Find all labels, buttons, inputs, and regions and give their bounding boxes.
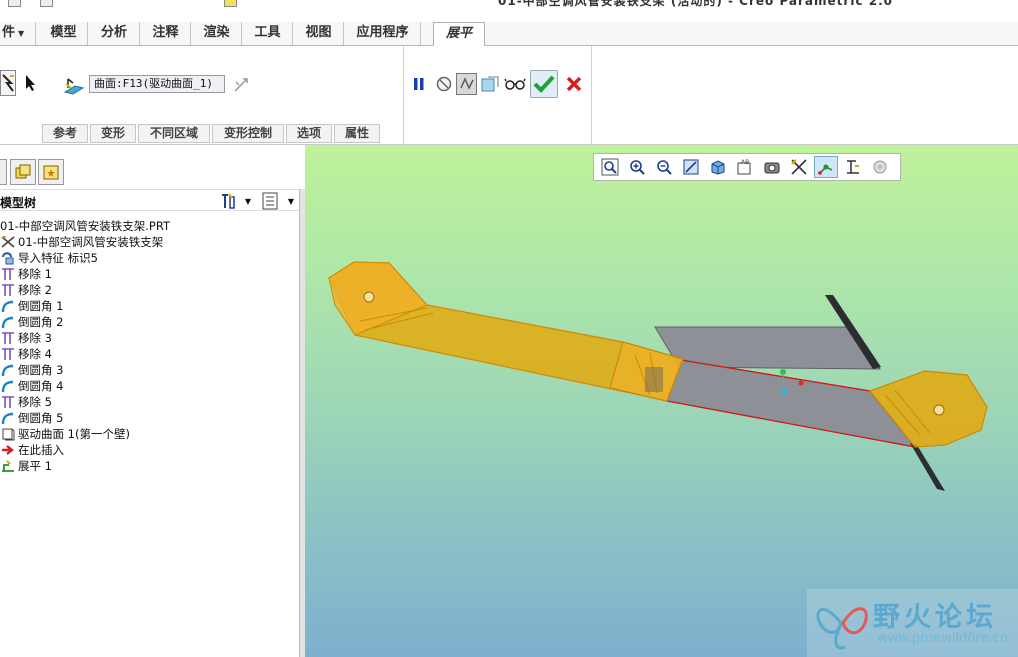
remove-icon — [0, 331, 18, 345]
remove-icon — [0, 267, 18, 281]
tree-item-label: 移除 1 — [18, 267, 52, 281]
window-title: 01-中部空调风管安装铁支架 (活动的) - Creo Parametric 2… — [498, 0, 893, 8]
tree-show-icon[interactable] — [260, 191, 280, 211]
watermark-url: www.proewildfire.cn — [877, 631, 1008, 646]
driving-surface-icon — [0, 427, 18, 441]
flatten-icon — [0, 459, 18, 473]
tree-show-dropdown-icon[interactable]: ▼ — [286, 194, 296, 208]
tab-annotate[interactable]: 注释 — [141, 22, 191, 45]
tree-item[interactable]: 倒圆角 3 — [0, 362, 300, 378]
tree-item-label: 倒圆角 5 — [18, 411, 64, 425]
tab-model[interactable]: 模型 — [40, 22, 88, 45]
preview-icon[interactable] — [456, 73, 477, 95]
pause-icon[interactable] — [411, 75, 427, 93]
round-icon — [0, 299, 18, 313]
pointer-icon[interactable] — [24, 74, 38, 92]
save-icon[interactable] — [40, 0, 53, 7]
ribbon-tab-bar: 件 ▼ 模型 分析 注释 渲染 工具 视图 应用程序 展平 — [0, 22, 1018, 46]
subtab-options[interactable]: 选项 — [286, 124, 332, 143]
subtab-references[interactable]: 参考 — [42, 124, 88, 143]
subtab-deformation[interactable]: 变形 — [90, 124, 136, 143]
tree-settings-dropdown-icon[interactable]: ▼ — [243, 194, 253, 208]
cancel-x-icon[interactable] — [563, 73, 585, 95]
tree-item[interactable]: 移除 5 — [0, 394, 300, 410]
tree-item[interactable]: 移除 3 — [0, 330, 300, 346]
round-icon — [0, 363, 18, 377]
tab-tools[interactable]: 工具 — [243, 22, 293, 45]
tree-item-label: 移除 4 — [18, 347, 52, 361]
round-icon — [0, 379, 18, 393]
tree-item[interactable]: 移除 4 — [0, 346, 300, 362]
model-tree: 01-中部空调风管安装铁支架.PRT 01-中部空调风管安装铁支架 导入特征 标识5… — [0, 218, 300, 474]
tree-item-label: 倒圆角 2 — [18, 315, 64, 329]
tree-item[interactable]: 移除 2 — [0, 282, 300, 298]
tab-render[interactable]: 渲染 — [192, 22, 242, 45]
remove-icon — [0, 395, 18, 409]
tree-item[interactable]: 倒圆角 4 — [0, 378, 300, 394]
tree-item-label: 倒圆角 3 — [18, 363, 64, 377]
subtab-deformation-control[interactable]: 变形控制 — [212, 124, 284, 143]
flip-direction-icon[interactable] — [232, 76, 250, 94]
graphics-window[interactable]: AB 野火论坛 www.proewildfire.cn — [305, 145, 1018, 657]
tree-item[interactable]: 移除 1 — [0, 266, 300, 282]
verify-icon[interactable] — [479, 73, 501, 95]
butterfly-logo-icon — [816, 607, 868, 650]
reference-surface-field[interactable]: 曲面:F13(驱动曲面_1) — [89, 75, 225, 93]
stop-icon[interactable] — [434, 75, 454, 93]
subtab-different-areas[interactable]: 不同区域 — [138, 124, 210, 143]
tree-item-label: 01-中部空调风管安装铁支架 — [18, 235, 164, 249]
flatten-dashboard: 曲面:F13(驱动曲面_1) 参考 变形 不同区域 变形控制 选项 属性 — [0, 46, 1018, 145]
tree-item[interactable]: 在此插入 — [0, 442, 300, 458]
window-icon[interactable] — [224, 0, 237, 7]
tree-item-label: 驱动曲面 1(第一个壁) — [18, 427, 130, 441]
tree-item-label: 倒圆角 4 — [18, 379, 64, 393]
model-tree-header: 模型树 ▼ ▼ — [0, 189, 300, 211]
new-icon[interactable] — [8, 0, 21, 7]
insert-arrow-icon — [0, 443, 18, 457]
csys-icon — [0, 235, 18, 249]
tree-item[interactable]: 导入特征 标识5 — [0, 250, 300, 266]
title-bar: 01-中部空调风管安装铁支架 (活动的) - Creo Parametric 2… — [0, 0, 1018, 9]
tree-item-label: 倒圆角 1 — [18, 299, 64, 313]
tree-item-label: 移除 2 — [18, 283, 52, 297]
subtab-properties[interactable]: 属性 — [334, 124, 380, 143]
sheetmetal-model[interactable] — [305, 145, 1018, 657]
tree-item-label: 01-中部空调风管安装铁支架.PRT — [0, 219, 171, 233]
tab-view[interactable]: 视图 — [294, 22, 344, 45]
tree-item[interactable]: 01-中部空调风管安装铁支架.PRT — [0, 218, 300, 234]
select-filter-icon[interactable] — [0, 70, 16, 96]
surface-collector-icon — [63, 74, 85, 96]
import-icon — [0, 251, 18, 265]
tree-item[interactable]: 倒圆角 5 — [0, 410, 300, 426]
tree-item-label: 移除 5 — [18, 395, 52, 409]
tree-item-label: 导入特征 标识5 — [18, 251, 98, 265]
tree-item-label: 展平 1 — [18, 459, 52, 473]
favorites-icon[interactable] — [38, 159, 64, 185]
tree-item-label: 移除 3 — [18, 331, 52, 345]
tree-item-label: 在此插入 — [18, 443, 64, 457]
folder-browser-icon[interactable] — [10, 159, 36, 185]
remove-icon — [0, 283, 18, 297]
tab-applications[interactable]: 应用程序 — [345, 22, 421, 45]
navigator-tab-edge[interactable] — [0, 159, 7, 185]
round-icon — [0, 411, 18, 425]
tree-settings-icon[interactable] — [218, 191, 238, 211]
tree-item[interactable]: 01-中部空调风管安装铁支架 — [0, 234, 300, 250]
remove-icon — [0, 347, 18, 361]
tab-flatten[interactable]: 展平 — [433, 22, 485, 46]
navigator-pane: 模型树 ▼ ▼ 01-中部空调风管安装铁支架.PRT 01-中部空调风管安装铁支架… — [0, 145, 305, 657]
tab-analysis[interactable]: 分析 — [89, 22, 140, 45]
apply-checkmark-icon[interactable] — [530, 70, 558, 98]
tab-file[interactable]: 件 ▼ — [0, 22, 36, 45]
glasses-icon[interactable] — [504, 75, 526, 93]
forum-watermark: 野火论坛 www.proewildfire.cn — [807, 589, 1018, 657]
tree-item[interactable]: 驱动曲面 1(第一个壁) — [0, 426, 300, 442]
watermark-title: 野火论坛 — [873, 602, 997, 633]
tree-item[interactable]: 倒圆角 2 — [0, 314, 300, 330]
tree-item[interactable]: 展平 1 — [0, 458, 300, 474]
tree-item[interactable]: 倒圆角 1 — [0, 298, 300, 314]
round-icon — [0, 315, 18, 329]
model-tree-title: 模型树 — [0, 196, 37, 210]
